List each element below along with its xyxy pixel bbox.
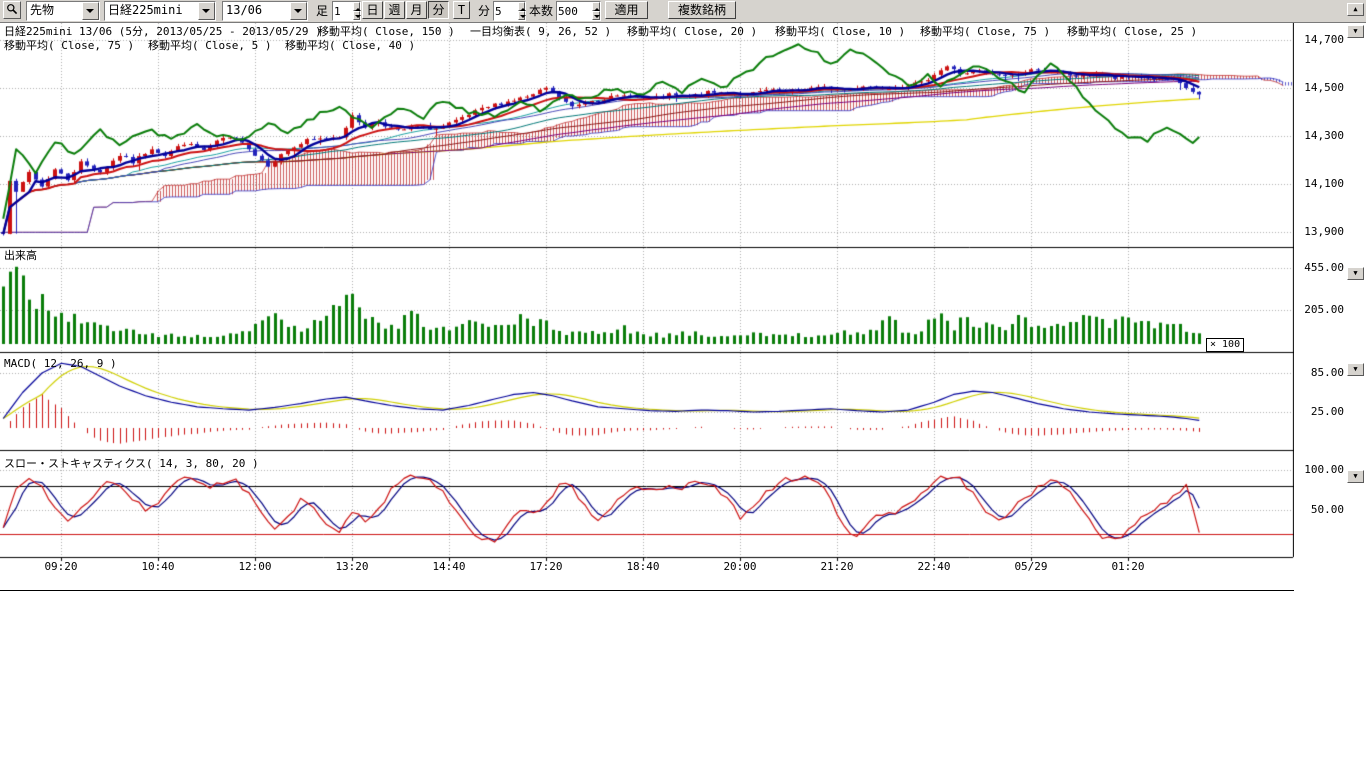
scale-up-button[interactable]: ▲ bbox=[1347, 3, 1364, 16]
legend-item: 日経225mini 13/06 (5分, 2013/05/25 - 2013/0… bbox=[4, 26, 322, 38]
chevron-down-icon[interactable] bbox=[290, 2, 307, 20]
tick-count-input[interactable] bbox=[333, 2, 353, 20]
chart-canvas[interactable] bbox=[0, 23, 1294, 591]
macd-axis-label: 85.00 bbox=[1296, 367, 1344, 379]
time-axis-label: 13:20 bbox=[335, 561, 368, 573]
tick-count-stepper[interactable] bbox=[332, 1, 361, 21]
price-axis-label: 14,300 bbox=[1296, 130, 1344, 142]
price-axis-label: 13,900 bbox=[1296, 226, 1344, 238]
symbol-select[interactable]: 日経225mini bbox=[104, 1, 216, 21]
instrument-category-select[interactable]: 先物 bbox=[26, 1, 100, 21]
legend-item: 移動平均( Close, 10 ) bbox=[775, 26, 905, 38]
time-axis-label: 12:00 bbox=[238, 561, 271, 573]
trading-chart-window: 先物 日経225mini 13/06 足 日 週 月 分 T 分 bbox=[0, 0, 1366, 768]
time-axis-label: 01:20 bbox=[1111, 561, 1144, 573]
spinner-up-icon[interactable] bbox=[518, 2, 525, 11]
price-axis-label: 14,500 bbox=[1296, 82, 1344, 94]
bar-button-day[interactable]: 日 bbox=[362, 1, 383, 19]
bar-button-month[interactable]: 月 bbox=[406, 1, 427, 19]
bar-type-label: 足 bbox=[316, 4, 328, 18]
stoch-axis-label: 100.00 bbox=[1296, 464, 1344, 476]
minute-stepper[interactable] bbox=[493, 1, 526, 21]
price-axis-label: 14,100 bbox=[1296, 178, 1344, 190]
multi-symbol-button[interactable]: 複数銘柄 bbox=[668, 1, 736, 19]
bar-count-label: 本数 bbox=[529, 4, 553, 18]
toolbar: 先物 日経225mini 13/06 足 日 週 月 分 T 分 bbox=[0, 0, 1366, 23]
legend-item: 移動平均( Close, 5 ) bbox=[148, 40, 271, 52]
bar-button-tick[interactable]: T bbox=[453, 1, 470, 19]
pane-scroll-button-stoch[interactable]: ▼ bbox=[1347, 470, 1364, 483]
bar-button-week[interactable]: 週 bbox=[384, 1, 405, 19]
bottom-frame-line bbox=[0, 590, 1294, 591]
symbol-value: 日経225mini bbox=[105, 2, 198, 20]
spinner-down-icon[interactable] bbox=[353, 11, 360, 20]
contract-month-select[interactable]: 13/06 bbox=[222, 1, 308, 21]
pane-scroll-button-volume[interactable]: ▼ bbox=[1347, 267, 1364, 280]
volume-axis-label: 205.00 bbox=[1296, 304, 1344, 316]
legend-item: 移動平均( Close, 75 ) bbox=[920, 26, 1050, 38]
spinner-up-icon[interactable] bbox=[592, 2, 600, 11]
time-axis-label: 18:40 bbox=[626, 561, 659, 573]
time-axis-label: 22:40 bbox=[917, 561, 950, 573]
apply-button[interactable]: 適用 bbox=[605, 1, 648, 19]
legend-item: 移動平均( Close, 75 ) bbox=[4, 40, 134, 52]
legend-item: 移動平均( Close, 20 ) bbox=[627, 26, 757, 38]
time-axis-label: 21:20 bbox=[820, 561, 853, 573]
instrument-category-value: 先物 bbox=[27, 2, 82, 20]
time-axis-label: 09:20 bbox=[44, 561, 77, 573]
magnifier-icon bbox=[6, 3, 18, 18]
bar-button-minute[interactable]: 分 bbox=[428, 1, 449, 19]
spinner-down-icon[interactable] bbox=[518, 11, 525, 20]
bar-count-stepper[interactable] bbox=[556, 1, 601, 21]
time-axis-label: 05/29 bbox=[1014, 561, 1047, 573]
zoom-tool-button[interactable] bbox=[3, 1, 21, 19]
spinner bbox=[592, 2, 600, 20]
chevron-down-icon[interactable] bbox=[198, 2, 215, 20]
legend-item: 一目均衡表( 9, 26, 52 ) bbox=[470, 26, 611, 38]
time-axis-label: 17:20 bbox=[529, 561, 562, 573]
contract-month-value: 13/06 bbox=[223, 2, 290, 20]
stochastics-pane-label: スロー・ストキャスティクス( 14, 3, 80, 20 ) bbox=[4, 458, 259, 470]
macd-pane-label: MACD( 12, 26, 9 ) bbox=[4, 358, 117, 370]
volume-multiplier-badge: × 100 bbox=[1206, 338, 1244, 352]
bar-count-input[interactable] bbox=[557, 2, 592, 20]
price-axis-label: 14,700 bbox=[1296, 34, 1344, 46]
time-axis-label: 14:40 bbox=[432, 561, 465, 573]
time-axis-label: 20:00 bbox=[723, 561, 756, 573]
time-axis-label: 10:40 bbox=[141, 561, 174, 573]
legend-item: 移動平均( Close, 40 ) bbox=[285, 40, 415, 52]
pane-scroll-button-main[interactable]: ▼ bbox=[1347, 25, 1364, 38]
legend-item: 移動平均( Close, 25 ) bbox=[1067, 26, 1197, 38]
spinner bbox=[518, 2, 525, 20]
volume-pane-label: 出来高 bbox=[4, 250, 37, 262]
chevron-down-icon[interactable] bbox=[82, 2, 99, 20]
macd-axis-label: 25.00 bbox=[1296, 406, 1344, 418]
spinner-down-icon[interactable] bbox=[592, 11, 600, 20]
spinner bbox=[353, 2, 360, 20]
volume-axis-label: 455.00 bbox=[1296, 262, 1344, 274]
pane-scroll-button-macd[interactable]: ▼ bbox=[1347, 363, 1364, 376]
legend-item: 移動平均( Close, 150 ) bbox=[318, 26, 455, 38]
stoch-axis-label: 50.00 bbox=[1296, 504, 1344, 516]
minute-label: 分 bbox=[478, 4, 490, 18]
minute-input[interactable] bbox=[494, 2, 518, 20]
spinner-up-icon[interactable] bbox=[353, 2, 360, 11]
